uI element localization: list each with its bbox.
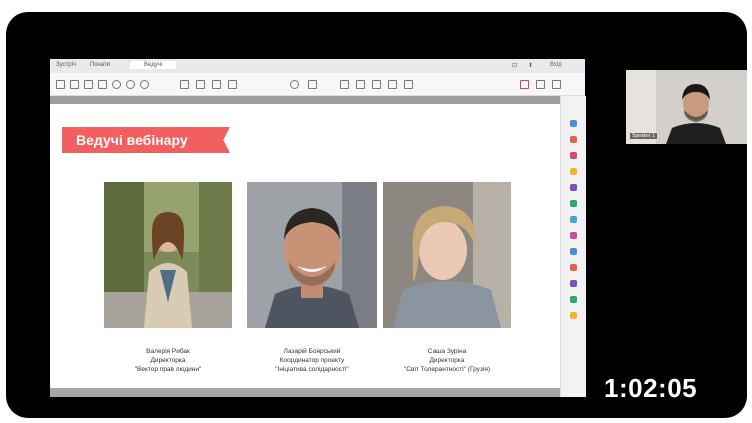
ruler-top [50,96,560,104]
organize-icon[interactable] [570,200,577,207]
redact-icon[interactable] [570,264,577,271]
zoom-out-icon[interactable] [140,80,149,89]
host-name: Саша Зуріна [427,348,467,355]
host-org: "Світ Толерантності" (Грузія) [403,366,491,373]
host-photo [383,182,511,328]
settings-icon[interactable] [536,80,545,89]
host-org: "Вектор прав людини" [134,366,202,373]
browser-tab-active[interactable]: Ведучі [130,61,177,69]
host-name: Валерія Рибак [146,348,190,355]
pdf-toolbar [50,73,585,96]
login-link[interactable]: Вхід [550,62,562,68]
edit-pdf-icon[interactable] [570,152,577,159]
presentation-slide: Ведучі вебінару Валерія Рибак Директорка… [52,104,560,388]
combine-icon[interactable] [570,184,577,191]
host-photo [104,182,232,328]
print-icon[interactable] [98,80,107,89]
presenter-webcam: Speaker 1 [626,70,747,144]
host-name: Лазарій Боярський [283,348,341,355]
hand-icon[interactable] [196,80,205,89]
browser-tabbar: Зустріч Почати Ведучі ⊡ ⬆ Вхід [50,59,585,73]
search-icon[interactable] [112,80,121,89]
rotate-icon[interactable] [290,80,299,89]
slide-title: Ведучі вебінару [62,127,230,153]
tools-more-icon[interactable] [570,312,577,319]
shapes-icon[interactable] [388,80,397,89]
more-icon[interactable] [552,80,561,89]
participant-name-tag: Speaker 1 [630,133,657,139]
stamp-icon[interactable] [404,80,413,89]
host-photo [247,182,377,328]
select-icon[interactable] [180,80,189,89]
protect-icon[interactable] [570,248,577,255]
share-pdf-icon[interactable] [520,80,529,89]
draw-icon[interactable] [372,80,381,89]
comment-icon[interactable] [340,80,349,89]
browser-tab[interactable]: Зустріч [56,62,76,68]
compress-icon[interactable] [570,216,577,223]
comment-tool-icon[interactable] [570,168,577,175]
search-tool-icon[interactable] [570,120,577,127]
tools-sidebar [560,96,586,397]
fit-page-icon[interactable] [212,80,221,89]
browser-tab[interactable]: Почати [90,62,110,68]
video-duration: 1:02:05 [604,373,698,403]
open-icon[interactable] [56,80,65,89]
video-thumbnail[interactable]: Зустріч Почати Ведучі ⊡ ⬆ Вхід Ведучі ве… [6,12,747,418]
host-caption: Саша Зуріна Директорка "Світ Толерантнос… [377,347,517,374]
zoom-in-icon[interactable] [126,80,135,89]
sign-icon[interactable] [570,232,577,239]
text-icon[interactable] [308,80,317,89]
fit-width-icon[interactable] [228,80,237,89]
scan-icon[interactable] [570,280,577,287]
host-role: Директорка [150,357,186,364]
save-icon[interactable] [70,80,79,89]
host-org: "Ініціатива солідарності" [275,366,349,373]
host-role: Директорка [429,357,465,364]
host-role: Координатор проекту [279,357,345,364]
email-icon[interactable] [84,80,93,89]
share-icon[interactable]: ⬆ [528,62,533,69]
export-pdf-icon[interactable] [570,136,577,143]
highlight-icon[interactable] [356,80,365,89]
host-caption: Валерія Рибак Директорка "Вектор прав лю… [98,347,238,374]
restore-icon[interactable]: ⊡ [512,62,517,69]
host-caption: Лазарій Боярський Координатор проекту "І… [242,347,382,374]
fill-sign-icon[interactable] [570,296,577,303]
ruler-bottom [50,388,560,397]
shared-screen: Зустріч Почати Ведучі ⊡ ⬆ Вхід Ведучі ве… [50,59,586,397]
